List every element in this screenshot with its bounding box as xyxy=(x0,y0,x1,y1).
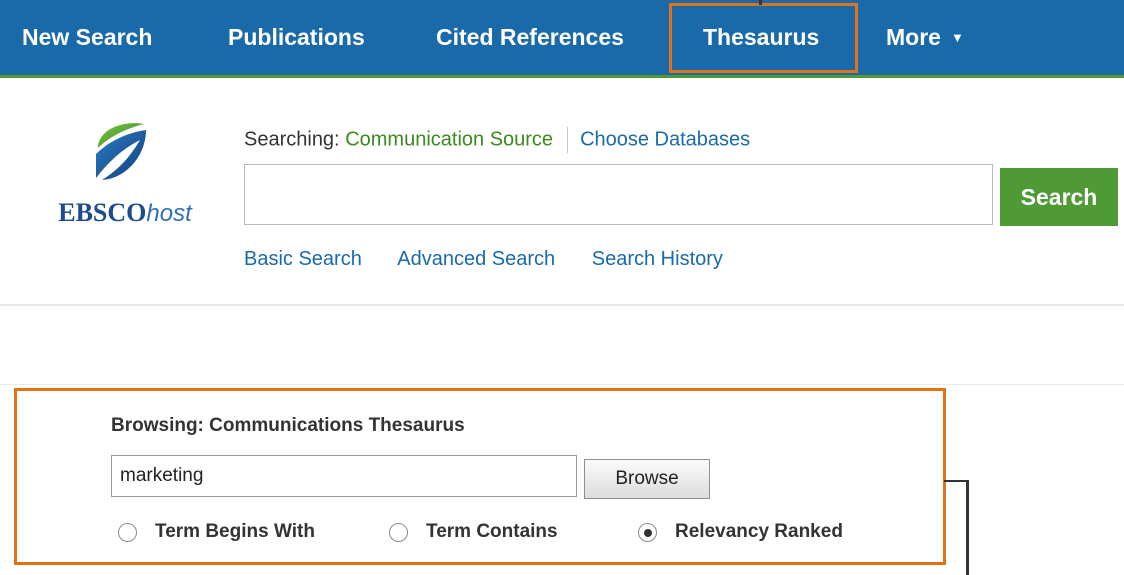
caret-down-icon: ▼ xyxy=(950,30,964,45)
browse-callout-line-v xyxy=(966,480,969,575)
nav-more-label: More xyxy=(886,24,941,50)
choose-databases-link[interactable]: Choose Databases xyxy=(580,128,750,150)
separator xyxy=(567,127,569,153)
option-relevancy-ranked[interactable]: Relevancy Ranked xyxy=(638,521,843,543)
search-button[interactable]: Search xyxy=(1000,168,1118,226)
basic-search-link[interactable]: Basic Search xyxy=(244,248,362,270)
browse-button[interactable]: Browse xyxy=(584,459,710,499)
browse-callout-line-h xyxy=(944,480,968,482)
browse-title: Browsing: Communications Thesaurus xyxy=(111,415,465,436)
logo-wordmark: EBSCOhost xyxy=(58,198,192,227)
advanced-search-link[interactable]: Advanced Search xyxy=(397,248,555,270)
ebscohost-logo[interactable]: EBSCOhost xyxy=(40,118,210,238)
search-mode-links: Basic Search Advanced Search Search Hist… xyxy=(244,248,754,271)
radio-term-contains[interactable] xyxy=(389,522,408,542)
nav-cited-references[interactable]: Cited References xyxy=(436,24,624,51)
option-label: Relevancy Ranked xyxy=(675,521,843,542)
database-name: Communication Source xyxy=(345,128,554,151)
nav-new-search[interactable]: New Search xyxy=(22,24,152,51)
top-navigation-bar: New Search Publications Cited References… xyxy=(0,0,1124,78)
radio-term-begins-with[interactable] xyxy=(118,522,137,542)
option-label: Term Begins With xyxy=(155,521,315,542)
thesaurus-callout-box xyxy=(669,3,858,73)
search-history-link[interactable]: Search History xyxy=(592,248,723,270)
search-header: EBSCOhost Searching: Communication Sourc… xyxy=(0,78,1124,306)
option-term-begins-with[interactable]: Term Begins With xyxy=(118,521,315,543)
nav-more-menu[interactable]: More ▼ xyxy=(886,24,964,51)
nav-publications[interactable]: Publications xyxy=(228,24,365,51)
option-label: Term Contains xyxy=(426,521,558,542)
option-term-contains[interactable]: Term Contains xyxy=(389,521,558,543)
main-search-input[interactable] xyxy=(244,164,993,225)
thesaurus-browse-panel: Browsing: Communications Thesaurus Brows… xyxy=(14,388,946,565)
browse-term-input[interactable] xyxy=(111,455,577,497)
radio-relevancy-ranked[interactable] xyxy=(638,522,657,542)
content-divider xyxy=(0,384,1124,385)
searching-line: Searching: Communication Source Choose Da… xyxy=(244,127,750,153)
thesaurus-callout-line xyxy=(759,0,762,5)
ebsco-leaf-icon xyxy=(96,123,146,180)
searching-label: Searching: xyxy=(244,128,340,151)
